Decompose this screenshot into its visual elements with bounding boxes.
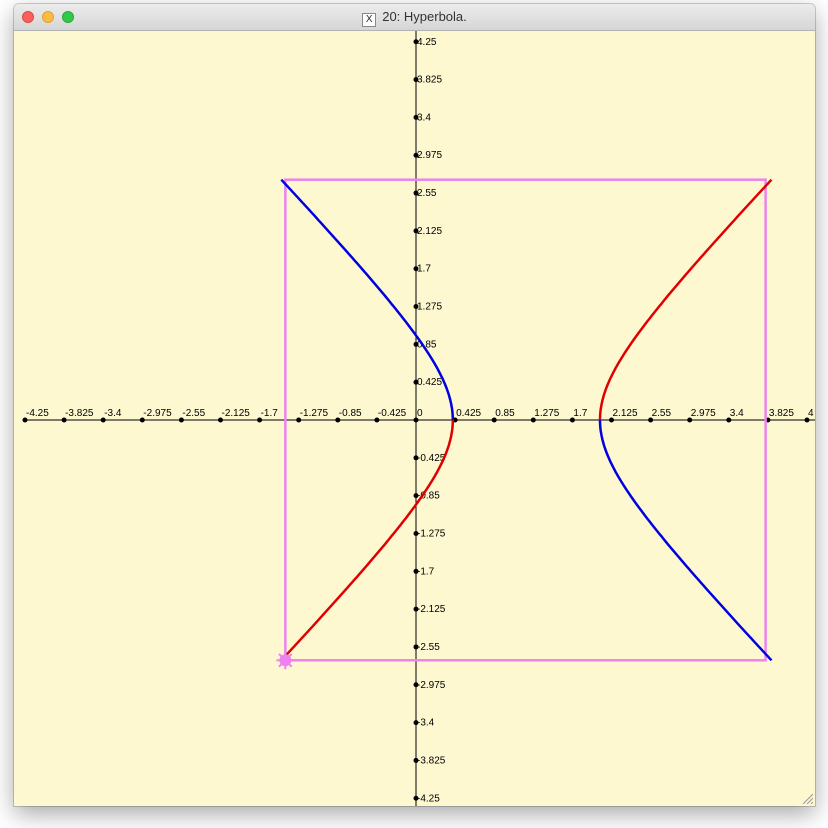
- app-window: X 20: Hyperbola. -4.25 -3.825 -3.4 -2.975 -2.…: [14, 4, 815, 806]
- y-tick-label: 2.55: [417, 188, 437, 199]
- y-tick-label: -4.25: [417, 793, 440, 804]
- x-tick-label: 4: [808, 408, 814, 419]
- right-branch-lower: [598, 420, 773, 662]
- resize-grip-icon[interactable]: [801, 792, 813, 804]
- x-tick-label: -3.4: [104, 408, 122, 419]
- window-title: X 20: Hyperbola.: [14, 9, 815, 27]
- x-tick-label: 2.55: [652, 408, 672, 419]
- x-tick-label: -0.85: [339, 408, 362, 419]
- y-tick-label: -3.825: [417, 755, 446, 766]
- y-tick-label: -1.275: [417, 528, 446, 539]
- y-tick-label: 1.275: [417, 302, 442, 313]
- y-tick-label: 3.825: [417, 75, 442, 86]
- x-tick-label: -2.975: [143, 408, 172, 419]
- x-tick-label: 0.425: [456, 408, 481, 419]
- y-tick-label: -2.975: [417, 680, 446, 691]
- x-tick-label: 0: [417, 408, 423, 419]
- y-tick-label: -2.125: [417, 604, 446, 615]
- y-tick-label: -3.4: [417, 718, 435, 729]
- x-tick-label: -3.825: [65, 408, 94, 419]
- x-tick-label: -1.275: [300, 408, 329, 419]
- y-tick-label: -1.7: [417, 566, 435, 577]
- y-tick-label: 0.425: [417, 377, 442, 388]
- y-tick-label: -2.55: [417, 642, 440, 653]
- x-tick-label: -2.125: [222, 408, 251, 419]
- x-tick-label: -2.55: [182, 408, 205, 419]
- y-tick-label: 2.975: [417, 150, 442, 161]
- y-tick-label: 3.4: [417, 112, 431, 123]
- right-branch-upper: [598, 178, 773, 420]
- x11-icon: X: [362, 13, 377, 27]
- x-tick-label: 0.85: [495, 408, 515, 419]
- x-tick-label: 1.7: [573, 408, 587, 419]
- x-tick-label: 3.825: [769, 408, 794, 419]
- hyperbola-plot[interactable]: -4.25 -3.825 -3.4 -2.975 -2.55 -2.125 -1.7 -1.2…: [14, 31, 815, 806]
- y-tick-label: 1.7: [417, 264, 431, 275]
- x-tick-label: -0.425: [378, 408, 407, 419]
- x-tick-label: 2.125: [613, 408, 638, 419]
- x-tick-label: 3.4: [730, 408, 744, 419]
- x-tick-label: -4.25: [26, 408, 49, 419]
- window-title-text: 20: Hyperbola.: [382, 9, 467, 24]
- x-tick-label: -1.7: [261, 408, 279, 419]
- plot-canvas[interactable]: -4.25 -3.825 -3.4 -2.975 -2.55 -2.125 -1.7 -1.2…: [14, 31, 815, 806]
- title-bar[interactable]: X 20: Hyperbola.: [14, 4, 815, 31]
- y-tick-label: 2.125: [417, 226, 442, 237]
- x-tick-label: 1.275: [534, 408, 559, 419]
- y-tick-label: 4.25: [417, 37, 437, 48]
- x-tick-label: 2.975: [691, 408, 716, 419]
